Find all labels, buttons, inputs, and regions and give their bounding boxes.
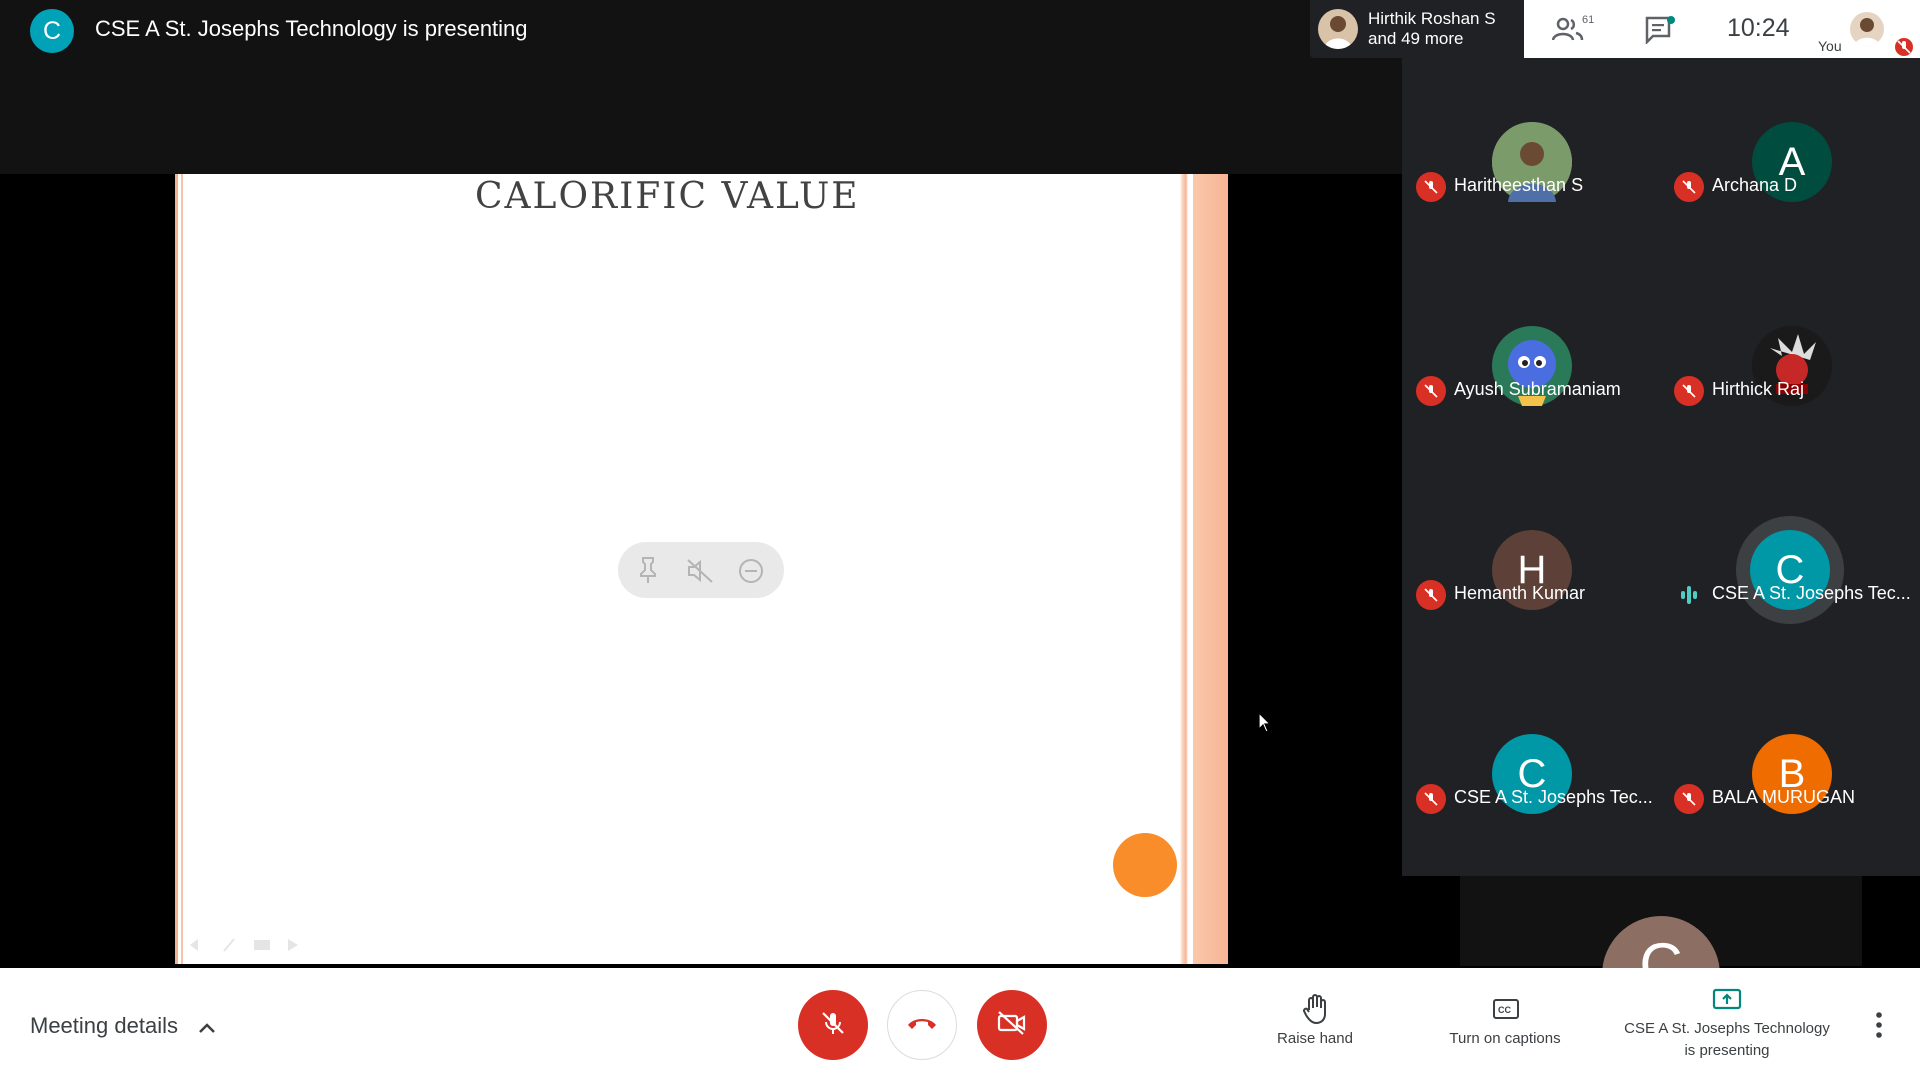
meeting-details-button[interactable]: Meeting details <box>30 1013 216 1040</box>
mute-participant-icon[interactable] <box>686 558 714 589</box>
participant-name: Archana D <box>1712 175 1798 195</box>
self-avatar <box>1850 12 1884 46</box>
people-icon[interactable] <box>1551 16 1584 47</box>
presenting-title: CSE A St. Josephs Technology is presenti… <box>95 16 528 41</box>
slide-border-left <box>175 174 185 964</box>
raise-hand-label: Raise hand <box>1277 1030 1353 1047</box>
muted-mic-icon <box>1674 172 1704 202</box>
slide-title: CALORIFIC VALUE <box>475 176 860 217</box>
muted-mic-icon <box>1674 784 1704 814</box>
participant-name: Hemanth Kumar <box>1454 583 1586 603</box>
captions-label: Turn on captions <box>1449 1030 1561 1047</box>
captions-icon: CC <box>1492 998 1520 1025</box>
participant-name: Ayush Subramaniam <box>1454 379 1621 399</box>
participant-tile[interactable]: Haritheesthan S <box>1402 58 1660 262</box>
preview-line1: Hirthik Roshan S <box>1368 9 1496 28</box>
camera-toggle-button[interactable] <box>977 990 1047 1060</box>
pin-icon[interactable] <box>636 556 660 589</box>
participant-tile[interactable]: Ayush Subramaniam <box>1402 262 1660 466</box>
participant-name: BALA MURUGAN <box>1712 787 1856 807</box>
you-label: You <box>1818 38 1842 54</box>
mic-off-icon <box>819 1009 847 1042</box>
svg-text:CC: CC <box>1498 1005 1511 1015</box>
present-screen-icon <box>1712 988 1742 1017</box>
camera-off-icon <box>996 1010 1028 1041</box>
presenting-label-line1: CSE A St. Josephs Technology <box>1624 1020 1830 1037</box>
participant-tile[interactable]: Hirthick Raj <box>1660 262 1918 466</box>
participant-tile[interactable]: C CSE A St. Josephs Tec... <box>1660 466 1918 670</box>
remove-icon[interactable] <box>738 558 764 589</box>
participants-count: 61 <box>1582 14 1595 26</box>
participant-preview-text: Hirthik Roshan S and 49 more <box>1368 9 1496 49</box>
mouse-cursor-icon <box>1258 711 1272 739</box>
mic-toggle-button[interactable] <box>798 990 868 1060</box>
participant-name: CSE A St. Josephs Tec... <box>1712 583 1911 603</box>
tile-hover-controls <box>618 542 784 598</box>
muted-mic-icon <box>1674 376 1704 406</box>
muted-mic-icon <box>1416 784 1446 814</box>
slide-toolbar <box>188 935 308 960</box>
chat-icon[interactable] <box>1645 16 1675 49</box>
participant-tile[interactable]: C CSE A St. Josephs Tec... <box>1402 670 1660 874</box>
hang-up-icon <box>906 1015 938 1036</box>
presenting-button[interactable]: CSE A St. Josephs Technology is presenti… <box>1600 982 1854 1062</box>
participant-name: CSE A St. Josephs Tec... <box>1454 787 1653 807</box>
presenter-avatar: C <box>30 9 74 53</box>
clock: 10:24 <box>1727 14 1790 42</box>
presenting-label: CSE A St. Josephs Technology is presenti… <box>1600 1018 1854 1062</box>
presenting-label-line2: is presenting <box>1684 1042 1770 1059</box>
participant-preview-avatar <box>1318 9 1358 49</box>
participant-name: Hirthick Raj <box>1712 379 1805 399</box>
meeting-details-label: Meeting details <box>30 1013 178 1038</box>
self-muted-icon <box>1895 38 1913 56</box>
muted-mic-icon <box>1416 580 1446 610</box>
slide-decoration-dot <box>1113 833 1177 897</box>
muted-mic-icon <box>1416 172 1446 202</box>
slide-border-right <box>1180 174 1228 964</box>
participant-name: Haritheesthan S <box>1454 175 1584 195</box>
muted-mic-icon <box>1416 376 1446 406</box>
speaking-indicator-icon <box>1674 580 1704 615</box>
captions-button[interactable]: CC Turn on captions <box>1430 990 1580 1060</box>
chevron-up-icon <box>198 1014 216 1040</box>
preview-line2: and 49 more <box>1368 29 1464 48</box>
more-options-icon[interactable] <box>1874 1010 1884 1045</box>
participant-tile[interactable]: A Archana D <box>1660 58 1918 262</box>
leave-call-button[interactable] <box>887 990 957 1060</box>
raise-hand-button[interactable]: Raise hand <box>1260 990 1370 1060</box>
hand-icon <box>1302 994 1330 1029</box>
participant-tile[interactable]: H Hemanth Kumar <box>1402 466 1660 670</box>
participant-tile[interactable]: B BALA MURUGAN <box>1660 670 1918 874</box>
